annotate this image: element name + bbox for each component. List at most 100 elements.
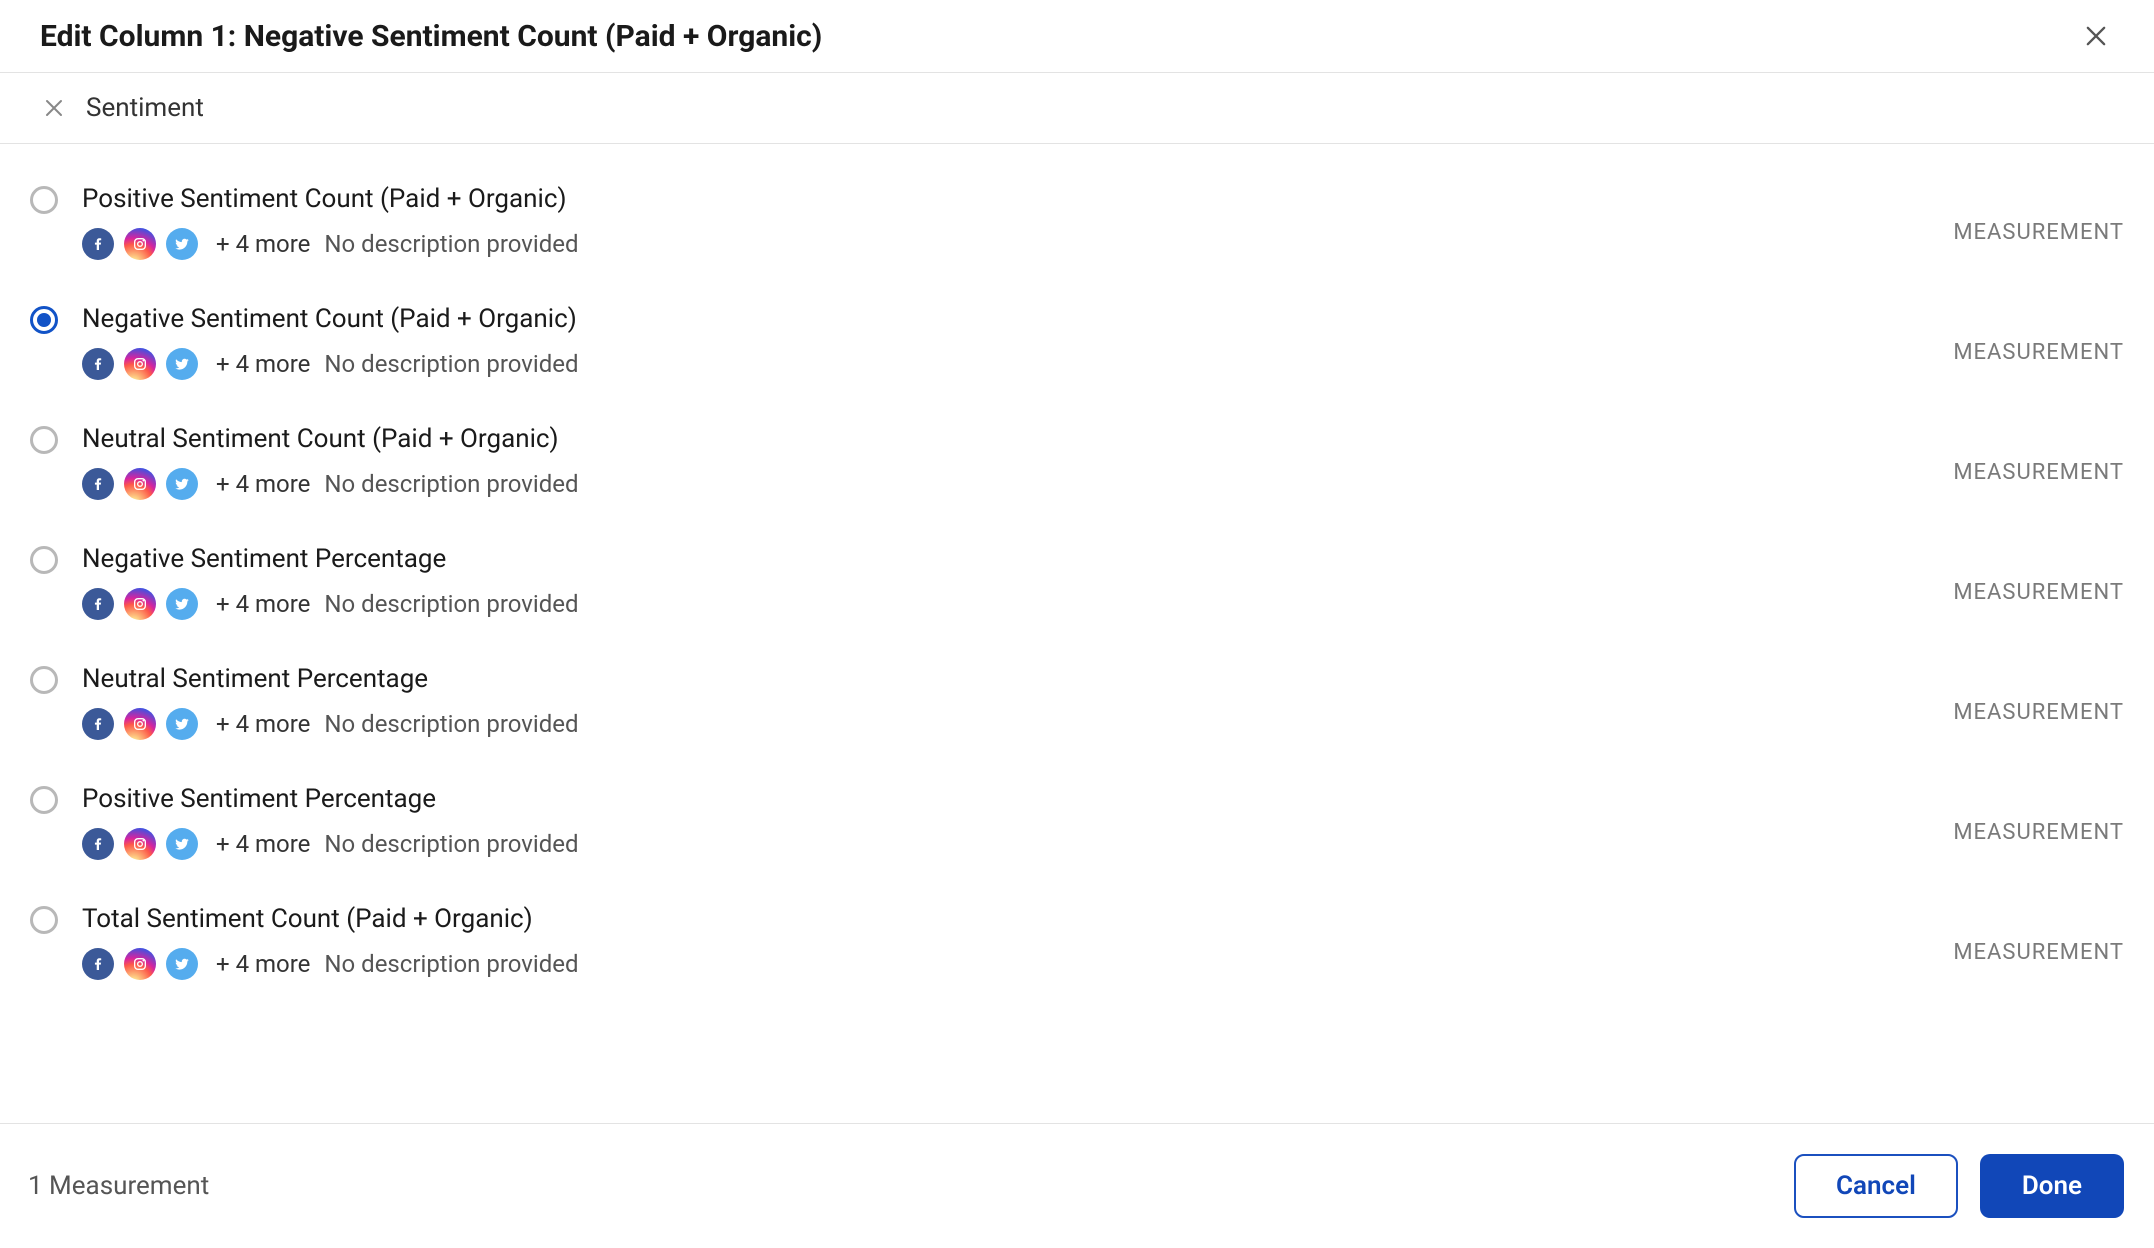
option-body: Total Sentiment Count (Paid + Organic) + … (82, 904, 579, 980)
measurement-option[interactable]: Neutral Sentiment Count (Paid + Organic)… (30, 410, 2124, 530)
facebook-icon (82, 708, 114, 740)
more-sources-label: + 4 more (216, 590, 310, 618)
option-radio[interactable] (30, 666, 58, 694)
twitter-icon (166, 468, 198, 500)
measurement-badge: MEASUREMENT (1953, 440, 2124, 485)
instagram-icon (124, 948, 156, 980)
twitter-icon (166, 708, 198, 740)
social-icon-group (82, 228, 198, 260)
edit-column-dialog: Edit Column 1: Negative Sentiment Count … (0, 0, 2154, 1248)
instagram-icon (124, 228, 156, 260)
social-icon-group (82, 828, 198, 860)
facebook-icon (82, 588, 114, 620)
facebook-icon (82, 228, 114, 260)
option-body: Positive Sentiment Percentage + 4 moreNo … (82, 784, 579, 860)
clear-filter-button[interactable] (40, 94, 68, 122)
option-subline: + 4 more No description provided (82, 468, 579, 500)
option-left: Negative Sentiment Percentage + 4 more No … (30, 544, 579, 620)
dialog-footer: 1 Measurement Cancel Done (0, 1123, 2154, 1248)
option-description: No description provided (324, 710, 578, 738)
more-sources-label: + 4 more (216, 950, 310, 978)
option-title: Negative Sentiment Percentage (82, 544, 579, 574)
option-description: No description provided (324, 950, 578, 978)
done-button[interactable]: Done (1980, 1154, 2124, 1218)
twitter-icon (166, 348, 198, 380)
option-description: No description provided (324, 350, 578, 378)
facebook-icon (82, 948, 114, 980)
instagram-icon (124, 468, 156, 500)
more-sources-label: + 4 more (216, 470, 310, 498)
option-left: Neutral Sentiment Count (Paid + Organic)… (30, 424, 579, 500)
more-sources-label: + 4 more (216, 350, 310, 378)
measurement-badge: MEASUREMENT (1953, 320, 2124, 365)
measurement-option[interactable]: Negative Sentiment Percentage + 4 more No … (30, 530, 2124, 650)
option-subline: + 4 more No description provided (82, 348, 579, 380)
option-radio[interactable] (30, 786, 58, 814)
option-subline: + 4 more No description provided (82, 228, 579, 260)
option-subline: + 4 more No description provided (82, 708, 579, 740)
footer-actions: Cancel Done (1794, 1154, 2124, 1218)
measurement-badge: MEASUREMENT (1953, 200, 2124, 245)
instagram-icon (124, 828, 156, 860)
measurement-option[interactable]: Neutral Sentiment Percentage + 4 more No d… (30, 650, 2124, 770)
measurement-option[interactable]: Total Sentiment Count (Paid + Organic) + … (30, 890, 2124, 1010)
measurement-option[interactable]: Negative Sentiment Count (Paid + Organic… (30, 290, 2124, 410)
social-icon-group (82, 588, 198, 620)
instagram-icon (124, 708, 156, 740)
twitter-icon (166, 588, 198, 620)
option-title: Positive Sentiment Count (Paid + Organic… (82, 184, 579, 214)
option-title: Total Sentiment Count (Paid + Organic) (82, 904, 579, 934)
dialog-header: Edit Column 1: Negative Sentiment Count … (0, 0, 2154, 73)
option-left: Total Sentiment Count (Paid + Organic) + … (30, 904, 579, 980)
measurement-badge: MEASUREMENT (1953, 800, 2124, 845)
option-left: Negative Sentiment Count (Paid + Organic… (30, 304, 579, 380)
more-sources-label: + 4 more (216, 830, 310, 858)
more-sources-label: + 4 more (216, 230, 310, 258)
twitter-icon (166, 228, 198, 260)
option-subline: + 4 more No description provided (82, 948, 579, 980)
instagram-icon (124, 588, 156, 620)
social-icon-group (82, 348, 198, 380)
option-body: Positive Sentiment Count (Paid + Organic… (82, 184, 579, 260)
dialog-title: Edit Column 1: Negative Sentiment Count … (40, 19, 822, 54)
option-body: Neutral Sentiment Count (Paid + Organic)… (82, 424, 579, 500)
close-button[interactable] (2078, 18, 2114, 54)
option-body: Negative Sentiment Percentage + 4 more No … (82, 544, 579, 620)
instagram-icon (124, 348, 156, 380)
option-title: Positive Sentiment Percentage (82, 784, 579, 814)
measurement-option[interactable]: Positive Sentiment Percentage + 4 moreNo … (30, 770, 2124, 890)
measurement-badge: MEASUREMENT (1953, 680, 2124, 725)
option-subline: + 4 more No description provided (82, 588, 579, 620)
option-left: Neutral Sentiment Percentage + 4 more No d… (30, 664, 579, 740)
measurement-option-list[interactable]: Positive Sentiment Count (Paid + Organic… (0, 144, 2154, 1123)
twitter-icon (166, 948, 198, 980)
option-radio[interactable] (30, 906, 58, 934)
option-radio[interactable] (30, 186, 58, 214)
twitter-icon (166, 828, 198, 860)
option-radio[interactable] (30, 426, 58, 454)
option-description: No description provided (324, 590, 578, 618)
measurement-badge: MEASUREMENT (1953, 920, 2124, 965)
close-icon (2082, 22, 2110, 50)
option-body: Neutral Sentiment Percentage + 4 more No d… (82, 664, 579, 740)
close-icon (42, 96, 66, 120)
option-radio[interactable] (30, 546, 58, 574)
option-description: No description provided (324, 230, 578, 258)
option-title: Neutral Sentiment Count (Paid + Organic) (82, 424, 579, 454)
facebook-icon (82, 828, 114, 860)
filter-chip-label: Sentiment (86, 93, 204, 123)
option-title: Neutral Sentiment Percentage (82, 664, 579, 694)
facebook-icon (82, 348, 114, 380)
filter-bar: Sentiment (0, 73, 2154, 144)
cancel-button[interactable]: Cancel (1794, 1154, 1958, 1218)
selection-count: 1 Measurement (28, 1171, 209, 1201)
option-radio[interactable] (30, 306, 58, 334)
more-sources-label: + 4 more (216, 710, 310, 738)
option-subline: + 4 moreNo description provided (82, 828, 579, 860)
option-left: Positive Sentiment Percentage + 4 moreNo … (30, 784, 579, 860)
option-description: No description provided (324, 470, 578, 498)
option-left: Positive Sentiment Count (Paid + Organic… (30, 184, 579, 260)
measurement-option[interactable]: Positive Sentiment Count (Paid + Organic… (30, 170, 2124, 290)
social-icon-group (82, 468, 198, 500)
social-icon-group (82, 948, 198, 980)
